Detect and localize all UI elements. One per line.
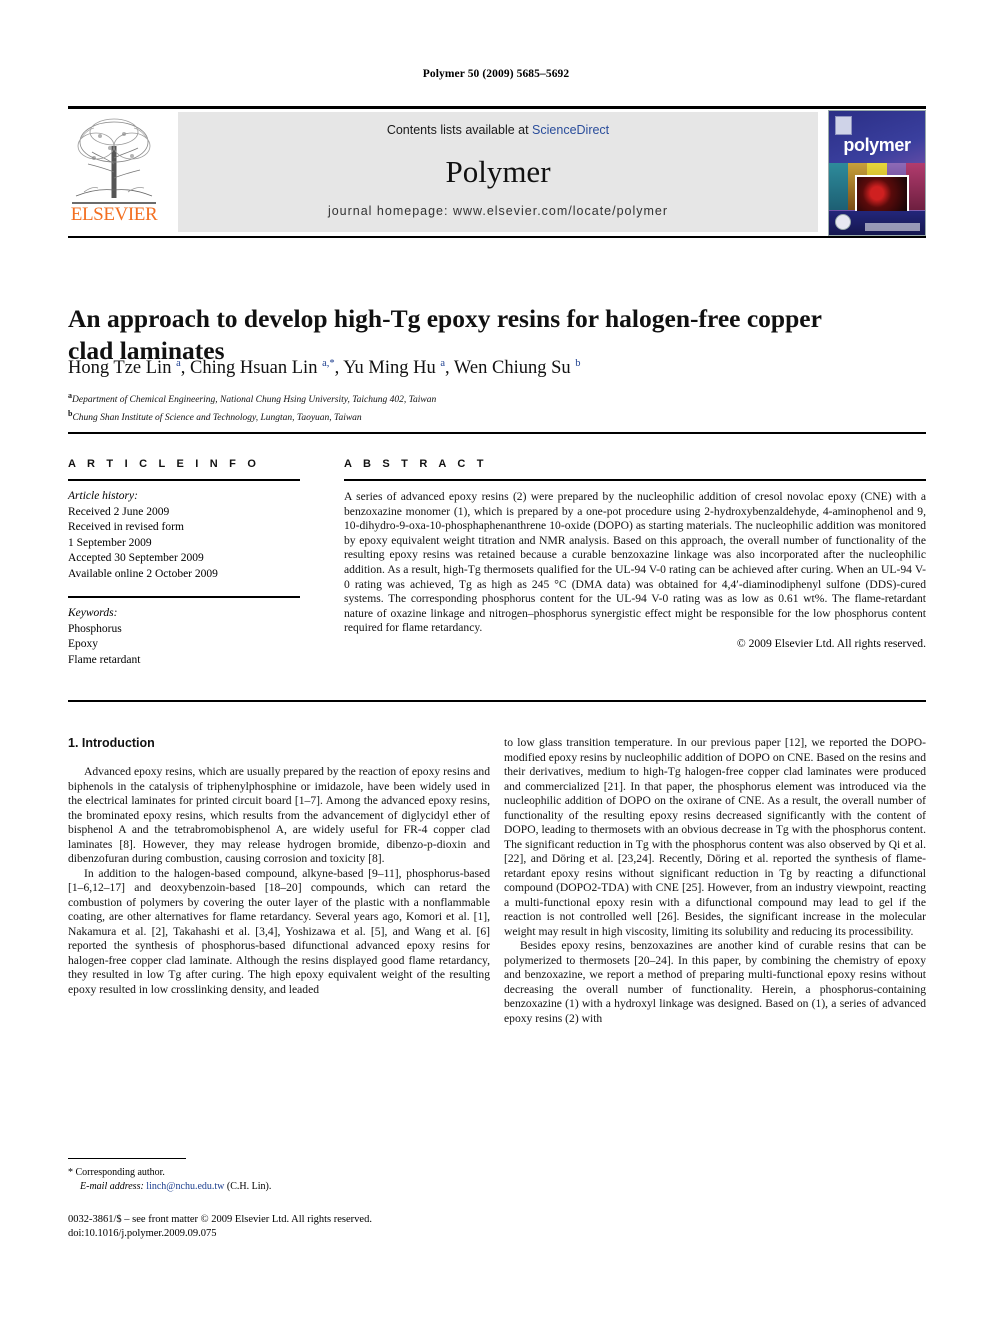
corresponding-author-note: * Corresponding author. <box>68 1167 165 1178</box>
body-column-left: 1. Introduction Advanced epoxy resins, w… <box>68 736 490 997</box>
email-suffix: (C.H. Lin). <box>224 1180 272 1192</box>
keywords-label: Keywords: <box>68 607 118 619</box>
running-head: Polymer 50 (2009) 5685–5692 <box>422 68 570 80</box>
article-info-separator <box>68 596 300 598</box>
journal-title: Polymer <box>445 154 551 189</box>
body-column-right: to low glass transition temperature. In … <box>504 736 926 1026</box>
masthead-top-rule <box>68 106 926 109</box>
email-note: E-mail address: linch@nchu.edu.tw (C.H. … <box>68 1180 490 1194</box>
elsevier-wordmark: ELSEVIER <box>70 204 158 225</box>
article-first-page: Polymer 50 (2009) 5685–5692 ELSEVIER Con… <box>0 0 992 1323</box>
body-paragraph: to low glass transition temperature. In … <box>504 736 926 938</box>
body-paragraph: Advanced epoxy resins, which are usually… <box>68 765 490 865</box>
elsevier-tree-icon <box>75 118 153 198</box>
abstract-heading: A B S T R A C T <box>344 458 488 470</box>
cover-inset-image <box>855 175 909 215</box>
abstract-rule <box>344 479 926 481</box>
contents-available-line: Contents lists available at ScienceDirec… <box>178 123 818 137</box>
keywords-block: Keywords: Phosphorus Epoxy Flame retarda… <box>68 606 300 668</box>
keyword-item: Epoxy <box>68 638 99 650</box>
journal-masthead: ELSEVIER Contents lists available at Sci… <box>68 106 926 236</box>
email-link[interactable]: linch@nchu.edu.tw <box>146 1181 224 1192</box>
article-info-rule <box>68 479 300 481</box>
abstract-copyright: © 2009 Elsevier Ltd. All rights reserved… <box>736 636 926 650</box>
history-item: Accepted 30 September 2009 <box>68 552 204 564</box>
divider-under-masthead <box>68 236 926 238</box>
affiliation-b: bChung Shan Institute of Science and Tec… <box>68 409 362 424</box>
keyword-item: Flame retardant <box>68 653 141 666</box>
affiliation-a: aDepartment of Chemical Engineering, Nat… <box>68 391 437 406</box>
article-info-column: A R T I C L E I N F O Article history: R… <box>68 458 300 668</box>
article-history-label: Article history: <box>68 490 138 502</box>
journal-cover-thumbnail: polymer <box>828 110 926 236</box>
cover-publisher-mark <box>835 116 852 135</box>
affiliation-a-text: Department of Chemical Engineering, Nati… <box>72 395 437 406</box>
affiliation-b-text: Chung Shan Institute of Science and Tech… <box>72 413 362 424</box>
history-item: Available online 2 October 2009 <box>68 567 218 580</box>
cover-sciencedirect-mark <box>865 223 920 231</box>
elsevier-logo: ELSEVIER <box>68 112 160 232</box>
imprint-block: 0032-3861/$ – see front matter © 2009 El… <box>68 1213 528 1240</box>
journal-info-panel: Contents lists available at ScienceDirec… <box>178 112 818 232</box>
article-info-heading: A R T I C L E I N F O <box>68 458 261 470</box>
cover-title: polymer <box>843 135 911 155</box>
history-item: 1 September 2009 <box>68 536 152 549</box>
article-history: Article history: Received 2 June 2009 Re… <box>68 489 300 582</box>
footnote-divider <box>68 1158 186 1159</box>
cover-badge-icon <box>835 214 851 230</box>
journal-homepage-link[interactable]: journal homepage: www.elsevier.com/locat… <box>178 204 818 218</box>
section-heading-introduction: 1. Introduction <box>68 736 155 750</box>
sciencedirect-link[interactable]: ScienceDirect <box>532 123 609 137</box>
abstract-column: A B S T R A C T A series of advanced epo… <box>344 458 926 650</box>
email-label: E-mail address: <box>80 1180 144 1192</box>
divider-under-abstract <box>68 700 926 702</box>
footnote-block: * Corresponding author. E-mail address: … <box>68 1166 490 1193</box>
author-list: Hong Tze Lin a, Ching Hsuan Lin a,*, Yu … <box>68 358 581 379</box>
history-item: Received in revised form <box>68 521 184 533</box>
divider-under-authors <box>68 432 926 434</box>
history-item: Received 2 June 2009 <box>68 505 170 518</box>
body-paragraph: In addition to the halogen-based compoun… <box>68 866 490 996</box>
affiliations: aDepartment of Chemical Engineering, Nat… <box>68 389 868 425</box>
doi-line: doi:10.1016/j.polymer.2009.09.075 <box>68 1227 217 1239</box>
keyword-item: Phosphorus <box>68 622 122 635</box>
contents-prefix: Contents lists available at <box>386 123 533 137</box>
body-paragraph: Besides epoxy resins, benzoxazines are a… <box>504 939 926 1025</box>
abstract-text: A series of advanced epoxy resins (2) we… <box>344 490 926 635</box>
front-matter-line: 0032-3861/$ – see front matter © 2009 El… <box>68 1214 372 1225</box>
